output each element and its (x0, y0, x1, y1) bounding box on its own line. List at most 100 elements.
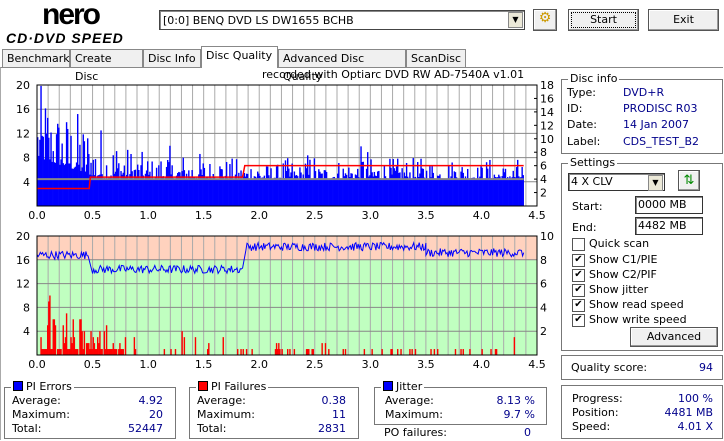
speed-value: 4 X CLV (571, 175, 613, 188)
pif-bar (411, 349, 413, 355)
type-value: DVD+R (623, 86, 665, 99)
y2-tick-label: 4 (540, 301, 547, 314)
po-failures-value: 0 (524, 426, 531, 439)
exit-button[interactable]: Exit (648, 9, 719, 31)
pif-bar (281, 349, 283, 355)
progress-value: 100 % (678, 392, 713, 405)
pif-bar (240, 349, 242, 355)
pif-total-label: Total: (197, 422, 227, 435)
type-label: Type: (567, 86, 596, 99)
checkbox-show-read-speed[interactable]: ✔ (572, 299, 585, 312)
label-value: CDS_TEST_B2 (623, 135, 700, 148)
x-tick-label: 0.5 (84, 209, 102, 222)
start-input[interactable]: 0000 MB (635, 196, 703, 214)
pif-bar (83, 331, 86, 355)
pif-bar (101, 349, 103, 355)
pif-bar (174, 349, 177, 355)
pif-bar (490, 349, 492, 355)
speed-value: 4.01 X (677, 420, 713, 433)
checkbox-show-write-speed[interactable]: ✔ (572, 314, 585, 327)
progress-group: Progress: 100 % Position: 4481 MB Speed:… (561, 385, 723, 439)
advanced-button[interactable]: Advanced (630, 327, 718, 347)
checkbox-show-c1-pie[interactable]: ✔ (572, 254, 585, 267)
label-label: Label: (567, 135, 601, 148)
pie-maximum-label: Maximum: (12, 408, 70, 421)
y2-tick-label: 18 (540, 79, 554, 92)
pif-bar (242, 349, 244, 355)
y-tick-label: 12 (16, 278, 30, 291)
pif-bar (289, 349, 291, 355)
y2-tick-label: 2 (540, 325, 547, 338)
chevron-down-icon[interactable]: ▼ (648, 175, 663, 191)
pif-bar (65, 313, 68, 355)
id-value: PRODISC R03 (623, 102, 698, 115)
x-tick-label: 0.0 (28, 209, 46, 222)
checkbox-show-c2-pif[interactable]: ✔ (572, 269, 585, 282)
y-tick-label: 12 (16, 127, 30, 140)
x-tick-label: 4.5 (528, 209, 546, 222)
pie-average-label: Average: (12, 394, 61, 407)
y-tick-label: 8 (23, 301, 30, 314)
pie-total-value: 52447 (128, 422, 163, 435)
pi-failures-title: PI Failures (196, 380, 269, 393)
x-tick-label: 2.0 (250, 209, 268, 222)
checkbox-show-jitter[interactable]: ✔ (572, 284, 585, 297)
y2-tick-label: 8 (540, 146, 547, 159)
pif-bar (371, 349, 373, 355)
pif-bar (183, 337, 186, 355)
pif-bar (342, 349, 344, 355)
pif-bar (495, 349, 498, 355)
pif-bar (437, 349, 439, 355)
progress-label: Progress: (572, 392, 623, 405)
x-tick-label: 1.0 (139, 209, 157, 222)
end-input[interactable]: 4482 MB (635, 217, 703, 235)
pif-bar (324, 343, 327, 355)
date-value: 14 Jan 2007 (623, 118, 689, 131)
pif-bar (293, 349, 296, 355)
jitter-group: Jitter Average: 8.13 % Maximum: 9.7 % (374, 380, 547, 425)
x-tick-label: 3.0 (362, 209, 380, 222)
checkbox-label: Show jitter (589, 283, 649, 296)
pie-total-label: Total: (12, 422, 42, 435)
pi-errors-group: PI Errors Average: 4.92 Maximum: 20 Tota… (4, 380, 176, 439)
pi-errors-color-icon (13, 381, 23, 391)
settings-title: Settings (568, 156, 618, 169)
pif-bar (363, 349, 366, 355)
tab-disc-quality[interactable]: Disc Quality (201, 46, 278, 68)
checkbox-label: Show C1/PIE (589, 253, 658, 266)
x-tick-label: 4.5 (528, 358, 546, 370)
pif-bar (414, 349, 417, 355)
start-button[interactable]: Start (568, 9, 639, 31)
pif-bar (122, 349, 124, 355)
speed-select[interactable]: 4 X CLV ▼ (568, 173, 665, 191)
y2-tick-label: 10 (540, 230, 554, 243)
refresh-icon[interactable]: ⇅ (678, 170, 700, 191)
id-label: ID: (567, 102, 583, 115)
y2-tick-label: 16 (540, 92, 554, 105)
pif-bar (344, 349, 347, 355)
pif-bar (513, 337, 516, 355)
pi-failures-color-icon (198, 381, 208, 391)
pif-bar (400, 349, 402, 355)
y-tick-label: 8 (23, 152, 30, 165)
checkbox-quick-scan[interactable] (572, 238, 585, 251)
x-tick-label: 4.0 (473, 209, 491, 222)
y-tick-label: 4 (23, 325, 30, 338)
x-tick-label: 1.5 (195, 209, 213, 222)
y2-tick-label: 12 (540, 119, 554, 132)
pif-bar (77, 349, 79, 355)
pi-errors-title: PI Errors (11, 380, 74, 393)
pif-bar (328, 349, 330, 355)
pif-bar (251, 349, 253, 355)
pif-bar (49, 295, 51, 355)
charts: 0.0 0.5 1.0 1.5 2.0 2.5 3.0 3.5 4.0 4.54812162024… (16, 79, 554, 370)
x-tick-label: 0.0 (28, 358, 46, 370)
pif-maximum-label: Maximum: (197, 408, 255, 421)
x-tick-label: 4.0 (473, 358, 491, 370)
disc-info-group: Disc info Type: DVD+R ID: PRODISC R03 Da… (561, 72, 723, 154)
pif-bar (381, 349, 383, 355)
pif-bar (60, 349, 62, 355)
pif-bar (433, 349, 436, 355)
pif-average-label: Average: (197, 394, 246, 407)
pif-bar (391, 349, 393, 355)
